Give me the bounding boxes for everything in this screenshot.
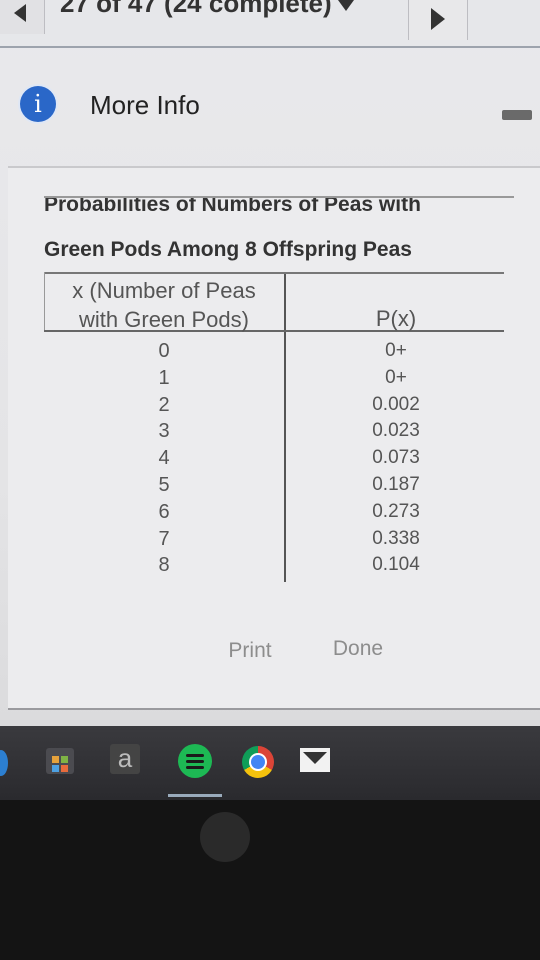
- store-icon[interactable]: [46, 748, 74, 774]
- spotify-icon[interactable]: [178, 744, 212, 778]
- amazon-icon[interactable]: a: [110, 744, 140, 774]
- table-cell-x: 1: [158, 366, 170, 389]
- table-cell-px: 0.002: [372, 393, 420, 415]
- arrow-right-icon: [431, 8, 445, 30]
- taskbar: a: [0, 726, 540, 800]
- probability-column: 0+ 0+ 0.002 0.023 0.073 0.187 0.273 0.33…: [286, 338, 506, 579]
- table-cell-px: 0+: [385, 366, 407, 388]
- table-cell-px: 0.338: [372, 527, 420, 549]
- table-cell-x: 8: [158, 554, 170, 577]
- column-header-x-line-2: with Green Pods): [79, 307, 249, 332]
- column-header-px: P(x): [375, 306, 417, 331]
- next-question-button[interactable]: [408, 0, 468, 40]
- table-cell-x: 3: [158, 420, 170, 443]
- table-cell-px: 0.023: [372, 420, 420, 442]
- table-cell-px: 0.273: [372, 500, 420, 522]
- done-button[interactable]: Done: [326, 634, 390, 664]
- table-cell-x: 7: [158, 527, 170, 550]
- table-caption-line-1: Probabilities of Numbers of Peas with: [44, 196, 514, 220]
- table-cell-x: 5: [158, 473, 170, 496]
- more-info-header: i More Info: [0, 60, 540, 160]
- table-cell-x: 4: [158, 447, 170, 470]
- screen: 27 of 47 (24 complete) i More Info Proba…: [0, 0, 540, 800]
- minimize-button[interactable]: [502, 110, 532, 120]
- hp-logo-icon: [200, 812, 250, 862]
- question-counter-dropdown[interactable]: 27 of 47 (24 complete): [60, 0, 400, 28]
- info-panel: Probabilities of Numbers of Peas with Gr…: [8, 166, 540, 710]
- table-cell-x: 2: [158, 393, 170, 416]
- column-header-x: x (Number of Peas with Green Pods): [44, 276, 284, 334]
- table-cell-px: 0.073: [372, 447, 420, 469]
- column-header-x-line-1: x (Number of Peas: [72, 278, 256, 303]
- table-cell-x: 6: [158, 500, 170, 523]
- question-counter-label: 27 of 47 (24 complete): [60, 0, 332, 18]
- mail-icon[interactable]: [300, 748, 330, 772]
- chrome-icon[interactable]: [242, 746, 274, 778]
- table-cell-px: 0.104: [372, 554, 420, 576]
- table-cell-px: 0.187: [372, 473, 420, 495]
- edge-icon[interactable]: [0, 750, 8, 776]
- dialog-title: More Info: [90, 90, 200, 120]
- previous-question-button[interactable]: [0, 0, 45, 34]
- arrow-left-icon: [14, 4, 26, 22]
- nav-divider: [0, 46, 540, 48]
- info-icon: i: [20, 86, 56, 122]
- table-caption-line-2: Green Pods Among 8 Offspring Peas: [44, 238, 412, 261]
- table-cell-px: 0+: [385, 340, 407, 361]
- table-cell-x: 0: [158, 340, 170, 362]
- active-app-indicator: [168, 794, 222, 797]
- x-value-column: 0 1 2 3 4 5 6 7 8: [44, 338, 284, 579]
- print-button[interactable]: Print: [220, 636, 280, 666]
- question-navigation-bar: 27 of 47 (24 complete): [0, 0, 540, 48]
- chevron-down-icon: [337, 0, 354, 11]
- table-top-border: [44, 272, 504, 274]
